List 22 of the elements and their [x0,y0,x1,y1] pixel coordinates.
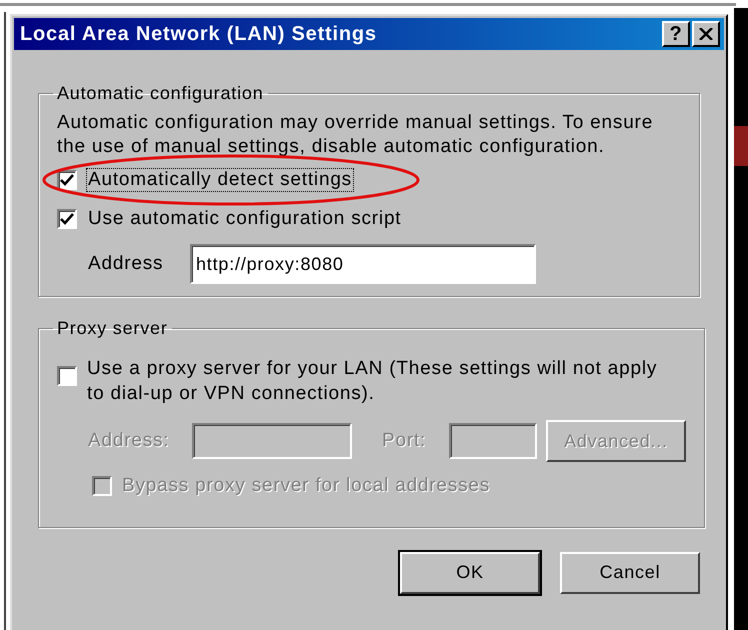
checkbox-label: Use a proxy server for your LAN (These settings will not apply to dial-up or VPN connections). [87,357,658,406]
checkbox[interactable] [57,209,77,229]
field-label: Port: [382,428,428,453]
description-text: Automatic configuration may override manual settings. To ensure the use of manual settings, disable automatic configuration. [57,111,654,159]
field-label: Address [88,252,164,276]
close-icon [699,28,713,40]
window-title: Local Area Network (LAN) Settings [20,22,377,47]
group-title: Automatic configuration [56,82,265,105]
checkbox-label: Automatically detect settings [87,169,353,191]
checkbox[interactable] [57,366,77,386]
field-label: Address: [88,428,170,453]
checkbox-label: Bypass proxy server for local addresses [122,474,490,498]
group-title: Proxy server [56,317,169,340]
dialog-button[interactable]: OK [400,552,540,594]
close-button[interactable] [692,21,720,47]
check-icon [60,213,74,225]
check-icon [60,174,74,186]
dialog-button[interactable]: Cancel [560,552,700,594]
address-field[interactable]: http://proxy:8080 [190,244,536,284]
checkbox-label: Use automatic configuration script [87,208,402,230]
help-button[interactable]: ? [662,21,690,47]
checkbox[interactable] [57,170,77,190]
